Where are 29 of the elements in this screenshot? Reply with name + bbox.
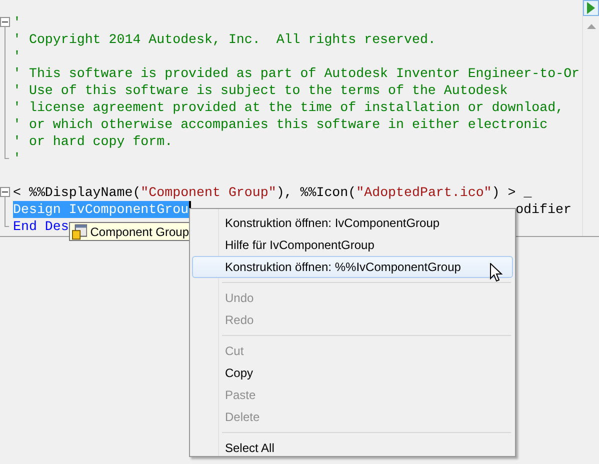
menu-item[interactable]: Select All [192,437,513,459]
play-icon [587,2,595,14]
string-literal: "Component Group" [140,184,276,201]
code-text: ), %%Icon( [276,184,356,201]
comment-text: ' Copyright 2014 Autodesk, Inc. All rights reserved. [13,31,436,48]
comment-text: ' license agreement provided at the time of installation or download, [13,99,564,116]
comment-text: ' or which otherwise accompanies this software in either electronic [13,116,548,133]
fold-marker[interactable] [0,14,10,159]
scroll-up-icon[interactable] [586,24,596,29]
menu-item[interactable]: Konstruktion öffnen: IvComponentGroup [192,212,513,234]
comment-text: ' or hard copy form. [13,133,173,150]
string-literal: "AdoptedPart.ico" [356,184,492,201]
run-button[interactable] [583,0,599,16]
fold-marker[interactable] [0,184,10,227]
comment-text: ' Use of this software is subject to the terms of the Autodesk [13,82,508,99]
code-text: < %%DisplayName( [13,184,141,201]
code-text: ) > _ [492,184,532,201]
menu-item[interactable]: Hilfe für IvComponentGroup [192,234,513,256]
comment-text: ' [13,14,21,31]
tooltip-label: Component Group [90,224,189,238]
keyword-text: End Des [13,218,69,235]
selected-text: Design IvComponentGrou [13,201,189,218]
code-text: odifier [516,201,572,218]
component-icon [72,224,88,240]
comment-text: ' [13,48,21,65]
comment-text: ' This software is provided as part of Autodesk Inventor Engineer-to-Or [13,65,580,82]
comment-text: ' [13,150,21,167]
mouse-cursor [490,263,503,282]
menu-item[interactable]: Copy [192,362,513,384]
